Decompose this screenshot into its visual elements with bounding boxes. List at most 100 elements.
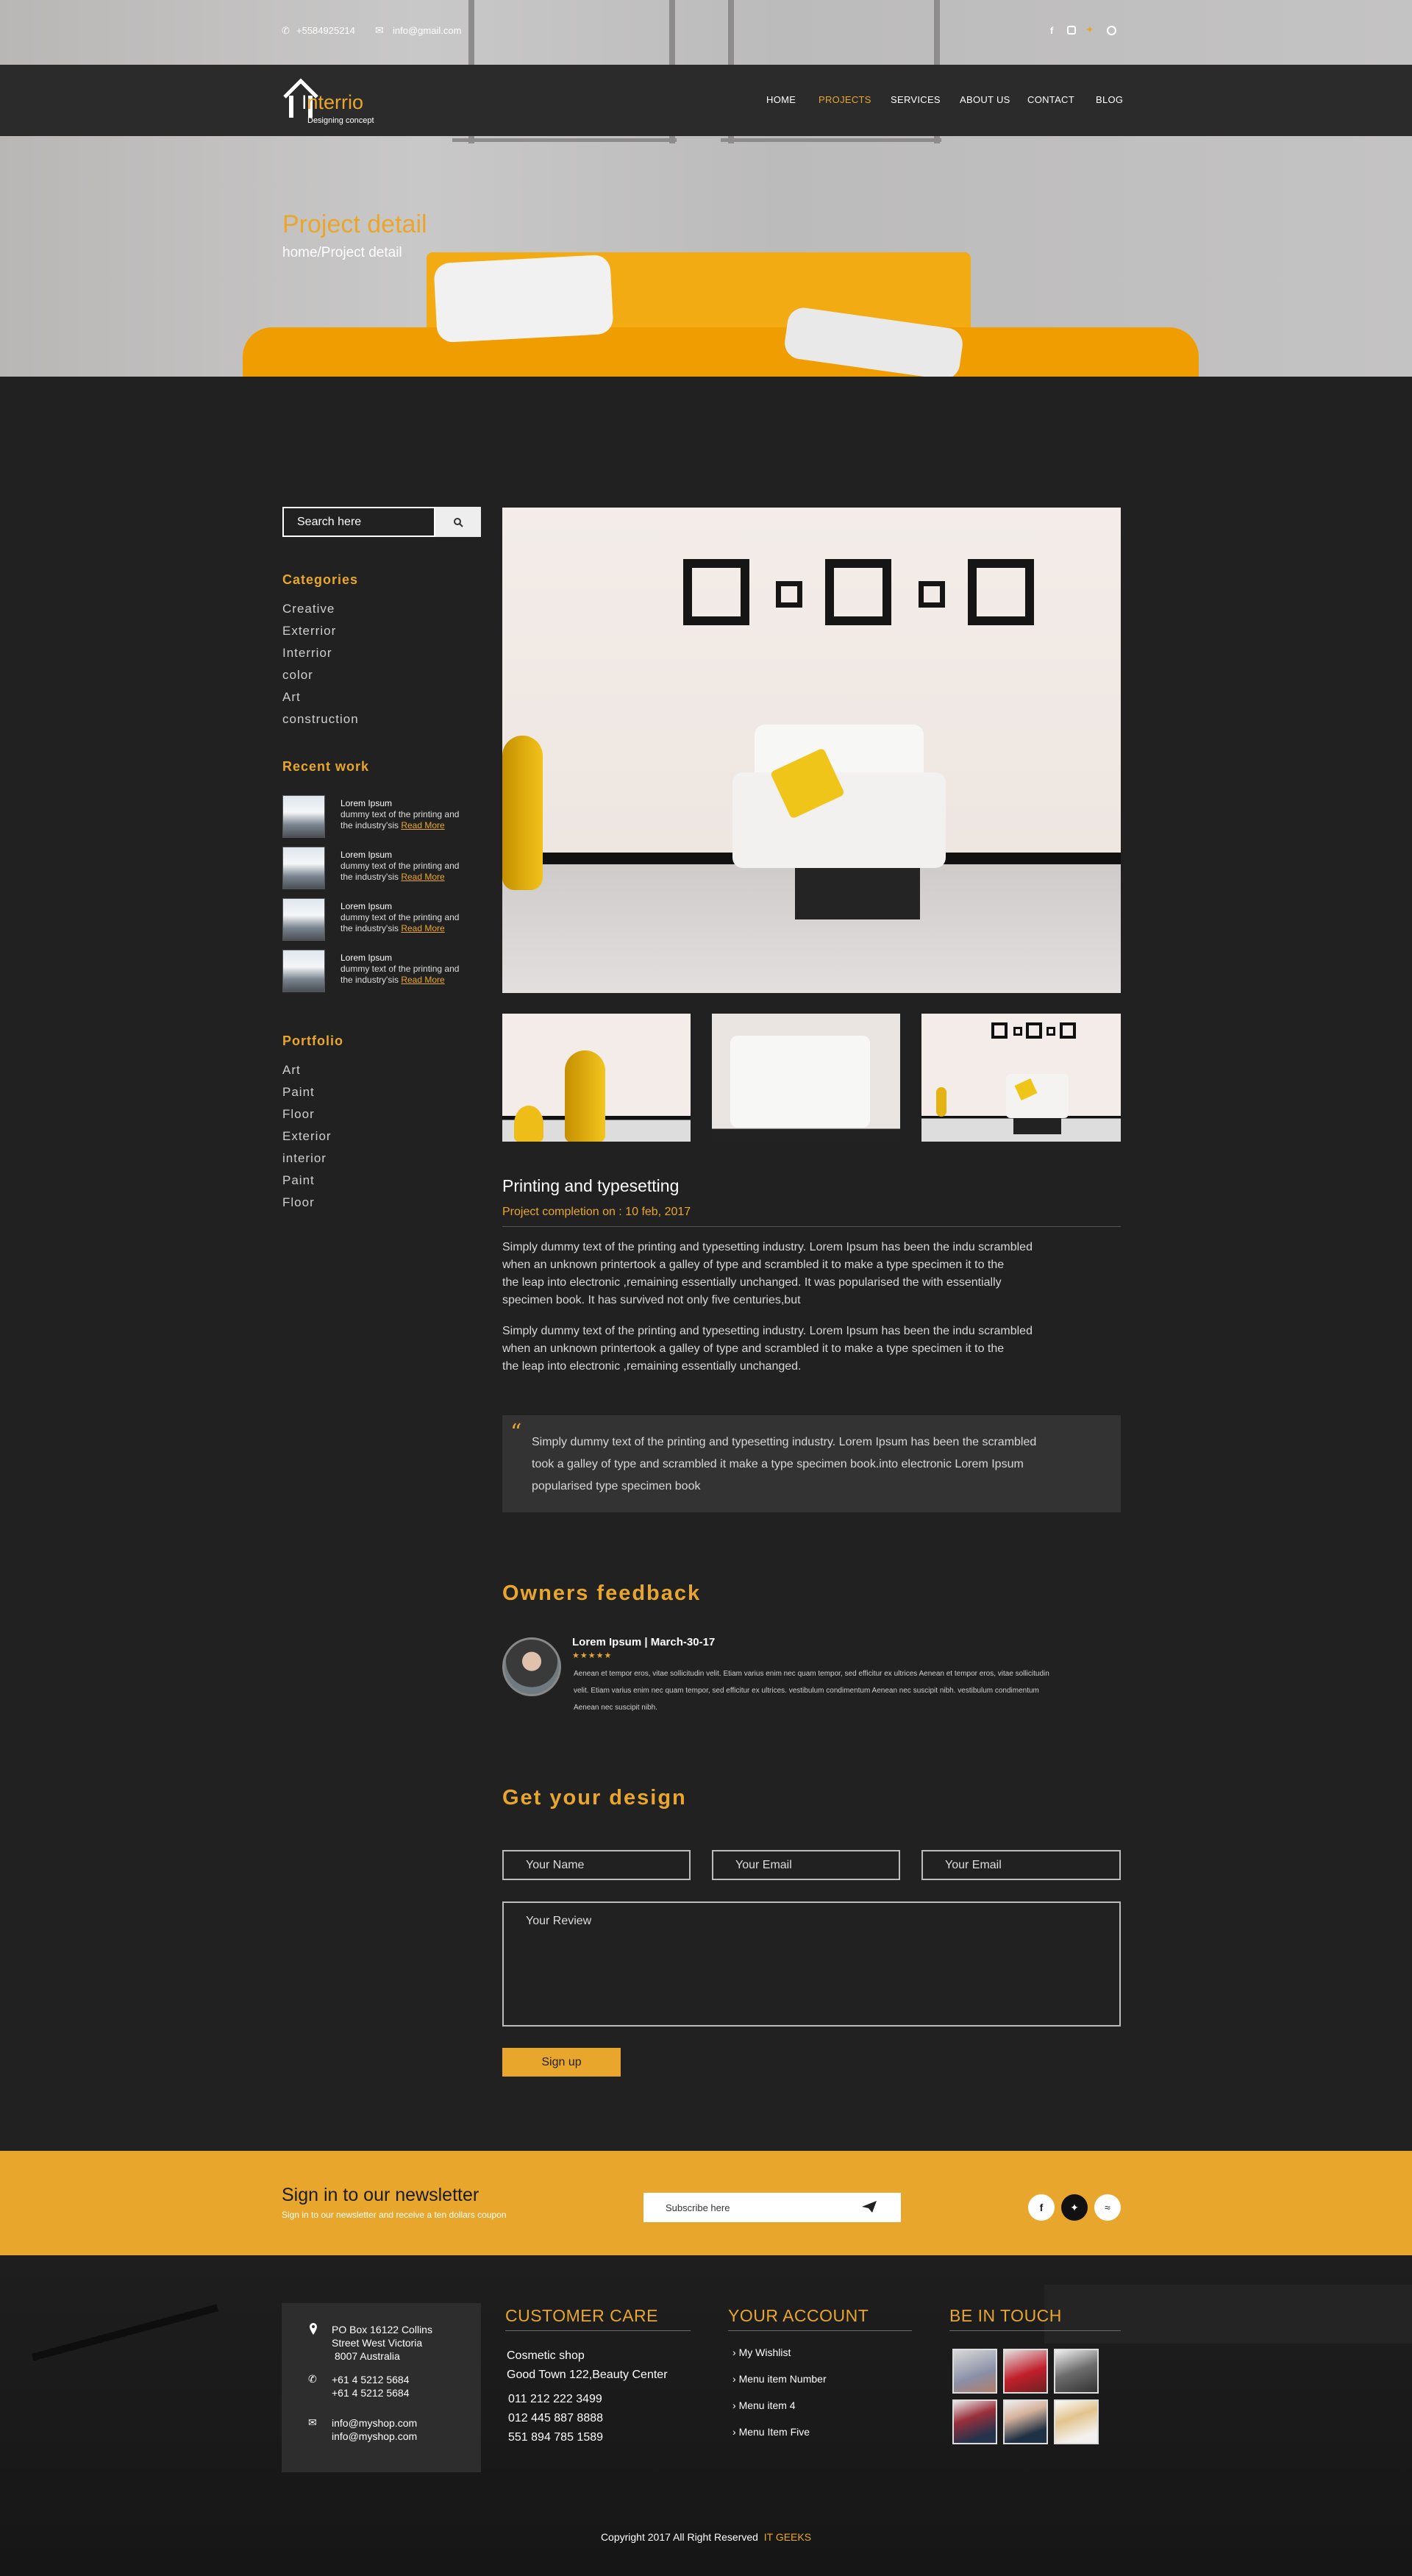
category-link[interactable]: Exterrior <box>282 624 336 638</box>
portfolio-link[interactable]: Paint <box>282 1085 315 1100</box>
divider <box>502 1226 1121 1227</box>
nav-bar <box>0 65 1412 136</box>
facebook-icon[interactable]: f <box>1050 25 1053 36</box>
project-thumb[interactable] <box>921 1014 1121 1142</box>
project-main-image[interactable] <box>502 508 1121 993</box>
care-phones: 011 212 222 3499 012 445 887 8888 551 89… <box>508 2393 604 2444</box>
portfolio-link[interactable]: Floor <box>282 1195 315 1210</box>
project-thumb[interactable] <box>502 1014 691 1142</box>
portfolio-title: Portfolio <box>282 1033 343 1048</box>
newsletter-subtitle: Sign in to our newsletter and receive a … <box>282 2210 507 2220</box>
page-title: Project detail <box>282 210 427 238</box>
divider <box>949 2330 1121 2331</box>
gallery-photo[interactable] <box>952 2349 997 2394</box>
email-field[interactable]: Your Email <box>712 1850 900 1880</box>
divider <box>728 2330 912 2331</box>
nav-projects[interactable]: PROJECTS <box>819 94 871 105</box>
name-field[interactable]: Your Name <box>502 1850 691 1880</box>
twitter-icon[interactable]: ✦ <box>1061 2194 1088 2221</box>
recent-work-item: Lorem Ipsum dummy text of the printing a… <box>340 798 460 830</box>
mail-icon: ✉ <box>375 24 384 36</box>
recent-work-item: Lorem Ipsum dummy text of the printing a… <box>340 901 460 933</box>
search-button[interactable] <box>435 507 481 537</box>
gallery-photo[interactable] <box>952 2399 997 2444</box>
top-bar: ✆ +5584925214 ✉ info@gmail.com f ✦ <box>0 0 1412 65</box>
portfolio-link[interactable]: Floor <box>282 1107 315 1122</box>
newsletter-title: Sign in to our newsletter <box>282 2185 479 2205</box>
read-more-link[interactable]: Read More <box>401 820 444 830</box>
portfolio-link[interactable]: interior <box>282 1151 327 1166</box>
address-text: PO Box 16122 Collins Street West Victori… <box>332 2324 432 2362</box>
divider <box>505 2330 691 2331</box>
account-link[interactable]: › Menu Item Five <box>732 2426 810 2438</box>
customer-care-title: CUSTOMER CARE <box>505 2306 658 2325</box>
location-icon <box>310 2323 317 2335</box>
category-link[interactable]: Interrior <box>282 646 332 661</box>
category-link[interactable]: Art <box>282 690 301 705</box>
project-description: Simply dummy text of the printing and ty… <box>502 1241 1033 1306</box>
feedback-title: Owners feedback <box>502 1581 702 1605</box>
search-input[interactable]: Search here <box>282 507 435 537</box>
brand-tagline: Designing concept <box>307 116 374 125</box>
care-address: Cosmetic shop Good Town 122,Beauty Cente… <box>507 2349 668 2381</box>
pinterest-icon[interactable] <box>1107 26 1116 35</box>
nav-blog[interactable]: BLOG <box>1096 94 1123 105</box>
gallery-photo[interactable] <box>1054 2349 1099 2394</box>
read-more-link[interactable]: Read More <box>401 872 444 882</box>
category-link[interactable]: color <box>282 668 313 683</box>
twitter-icon[interactable]: ✦ <box>1085 24 1094 36</box>
project-description: Simply dummy text of the printing and ty… <box>502 1325 1033 1373</box>
recent-work-thumb[interactable] <box>282 847 325 889</box>
review-textarea[interactable]: Your Review <box>502 1901 1121 2027</box>
instagram-icon[interactable] <box>1067 26 1076 35</box>
phone-icon: ✆ <box>308 2373 317 2385</box>
feedback-author: Lorem Ipsum | March-30-17 <box>572 1636 716 1648</box>
category-link[interactable]: Creative <box>282 602 335 616</box>
account-link[interactable]: › Menu item 4 <box>732 2399 796 2411</box>
portfolio-link[interactable]: Exterior <box>282 1129 332 1144</box>
read-more-link[interactable]: Read More <box>401 923 444 933</box>
nav-about[interactable]: ABOUT US <box>960 94 1010 105</box>
quote-text: Simply dummy text of the printing and ty… <box>532 1436 1037 1492</box>
recent-work-thumb[interactable] <box>282 950 325 992</box>
gallery-photo[interactable] <box>1003 2399 1048 2444</box>
rating-stars: ★★★★★ <box>572 1651 613 1660</box>
your-account-title: YOUR ACCOUNT <box>728 2306 869 2325</box>
project-thumb[interactable] <box>712 1014 900 1142</box>
categories-title: Categories <box>282 572 359 587</box>
category-link[interactable]: construction <box>282 712 359 727</box>
portfolio-link[interactable]: Art <box>282 1063 301 1078</box>
breadcrumb[interactable]: home/Project detail <box>282 245 402 261</box>
search-icon <box>454 517 463 527</box>
nav-services[interactable]: SERVICES <box>891 94 941 105</box>
portfolio-link[interactable]: Paint <box>282 1173 315 1188</box>
signup-button[interactable]: Sign up <box>502 2048 621 2077</box>
topbar-phone[interactable]: +5584925214 <box>296 25 355 36</box>
send-icon <box>862 2201 877 2213</box>
recent-work-thumb[interactable] <box>282 795 325 838</box>
avatar <box>502 1637 561 1696</box>
nav-contact[interactable]: CONTACT <box>1027 94 1074 105</box>
account-link[interactable]: › My Wishlist <box>732 2346 791 2358</box>
email-field-2[interactable]: Your Email <box>921 1850 1121 1880</box>
send-button[interactable] <box>860 2199 880 2216</box>
read-more-link[interactable]: Read More <box>401 975 444 985</box>
recent-work-thumb[interactable] <box>282 898 325 941</box>
feedback-text: Aenean et tempor eros, vitae sollicitudi… <box>574 1670 1049 1712</box>
gallery-photo[interactable] <box>1003 2349 1048 2394</box>
account-link[interactable]: › Menu item Number <box>732 2373 827 2385</box>
gallery-photo[interactable] <box>1054 2399 1099 2444</box>
footer <box>0 2255 1412 2576</box>
facebook-icon[interactable]: f <box>1028 2194 1055 2221</box>
recent-work-item: Lorem Ipsum dummy text of the printing a… <box>340 850 460 882</box>
form-title: Get your design <box>502 1786 687 1810</box>
project-title: Printing and typesetting <box>502 1176 680 1195</box>
company-link[interactable]: IT GEEKS <box>764 2531 811 2543</box>
wifi-icon[interactable]: ≈ <box>1094 2194 1121 2221</box>
be-in-touch-title: BE IN TOUCH <box>949 2306 1062 2325</box>
footer-emails: info@myshop.com info@myshop.com <box>332 2417 418 2442</box>
topbar-email[interactable]: info@gmail.com <box>393 25 461 36</box>
footer-phones: +61 4 5212 5684 +61 4 5212 5684 <box>332 2374 410 2399</box>
nav-home[interactable]: HOME <box>766 94 796 105</box>
mail-icon: ✉ <box>308 2416 317 2428</box>
